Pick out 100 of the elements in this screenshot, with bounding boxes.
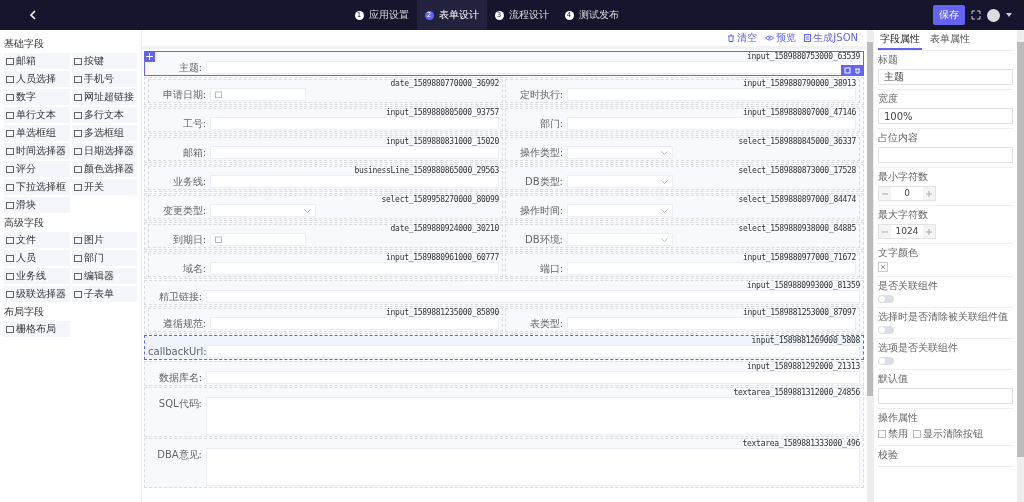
field-id: input_1589881235000_85890	[386, 309, 499, 317]
minus-button[interactable]	[879, 225, 891, 238]
component-item[interactable]: 颜色选择器	[71, 161, 137, 177]
form-row[interactable]: input_1589880753000_63539 主题:	[144, 51, 864, 76]
component-item[interactable]: 部门	[71, 250, 137, 266]
input-field[interactable]	[567, 88, 856, 101]
component-item[interactable]: 滑块	[4, 197, 70, 213]
component-item[interactable]: 人员选择	[4, 71, 70, 87]
form-row[interactable]: input_1589881235000_85890 遵循规范: input_1589881253000_87097 表类型:	[144, 306, 864, 334]
component-item[interactable]: 手机号	[71, 71, 137, 87]
text-field[interactable]: 主题	[878, 69, 1013, 85]
text-field[interactable]	[878, 147, 1013, 163]
form-row[interactable]: textarea_1589881333000_496 DBA意见:	[144, 438, 864, 488]
input-field[interactable]	[206, 290, 860, 303]
form-row[interactable]: input_1589881269000_5808 callbackUrl:	[144, 335, 864, 360]
toggle-switch[interactable]	[878, 357, 894, 365]
component-item[interactable]: 图片	[71, 232, 137, 248]
panel-tab[interactable]: 表单属性	[928, 30, 972, 50]
minus-button[interactable]	[879, 187, 891, 200]
caret-icon[interactable]	[1006, 13, 1012, 17]
input-field[interactable]	[210, 317, 499, 330]
select-field[interactable]	[567, 204, 673, 217]
select-field[interactable]	[567, 146, 673, 159]
date-field[interactable]	[210, 233, 306, 246]
form-row[interactable]: businessLine_1589880865000_29563 业务线: select_1589880873000_17528 DB类型:	[144, 164, 864, 192]
field-icon	[73, 129, 82, 137]
input-field[interactable]	[206, 345, 860, 358]
component-item[interactable]: 文件	[4, 232, 70, 248]
form-row[interactable]: date_1589880924000_30210 到期日: select_1589880938000_84885 DB环境:	[144, 222, 864, 250]
property-label: 默认值	[878, 372, 908, 386]
text-field[interactable]	[878, 388, 1013, 404]
input-field[interactable]	[567, 317, 856, 330]
scrollbar[interactable]	[867, 30, 873, 502]
minus-icon	[882, 190, 888, 197]
component-item[interactable]: 网址超链接	[71, 89, 137, 105]
drag-handle-icon[interactable]	[144, 51, 155, 62]
panel-tab[interactable]: 字段属性	[878, 30, 922, 50]
save-button[interactable]: 保存	[933, 5, 965, 25]
form-row[interactable]: input_1589881292000_21313 数据库名:	[144, 361, 864, 386]
toolbar-button[interactable]: 预览	[765, 31, 797, 45]
component-item[interactable]: 时间选择器	[4, 143, 70, 159]
textarea-field[interactable]	[206, 397, 860, 435]
component-item[interactable]: 多选框组	[71, 125, 137, 141]
component-item[interactable]: 下拉选择框	[4, 179, 70, 195]
toggle-switch[interactable]	[878, 326, 894, 334]
toolbar-button[interactable]: 清空	[727, 31, 758, 45]
component-item[interactable]: 多行文本	[71, 107, 137, 123]
component-item[interactable]: 编辑器	[71, 268, 137, 284]
textarea-field[interactable]	[206, 448, 860, 486]
component-item[interactable]: 数字	[4, 89, 70, 105]
form-row[interactable]: date_1589880770000_36992 申请日期: input_1589880790000_38913 定时执行:	[144, 77, 864, 105]
form-row[interactable]: input_1589880831000_15020 邮箱: select_1589880845000_36337 操作类型:	[144, 135, 864, 163]
select-field[interactable]	[567, 233, 673, 246]
select-field[interactable]	[210, 204, 316, 217]
form-row[interactable]: input_1589880961000_60777 域名: input_1589880977000_71672 端口:	[144, 251, 864, 279]
component-item[interactable]: 邮箱	[4, 53, 70, 69]
toolbar-button[interactable]: 生成JSON	[804, 31, 858, 45]
color-picker-icon[interactable]	[878, 262, 888, 272]
component-item[interactable]: 级联选择器	[4, 286, 70, 302]
component-item[interactable]: 子表单	[71, 286, 137, 302]
form-row[interactable]: input_1589880805000_93757 工号: input_1589880807000_47146 部门:	[144, 106, 864, 134]
select-field[interactable]	[567, 175, 673, 188]
number-stepper[interactable]: 0	[878, 186, 936, 201]
component-item[interactable]: 按键	[71, 53, 137, 69]
copy-icon[interactable]	[844, 67, 851, 74]
number-stepper[interactable]: 1024	[878, 224, 936, 239]
input-field[interactable]	[210, 117, 499, 130]
component-item[interactable]: 栅格布局	[4, 321, 70, 337]
field-value: 100%	[884, 110, 913, 122]
scrollbar[interactable]	[1017, 30, 1024, 502]
component-item[interactable]: 人员	[4, 250, 70, 266]
checkbox-option[interactable]: 显示清除按钮	[913, 427, 983, 441]
component-item[interactable]: 业务线	[4, 268, 70, 284]
input-field[interactable]	[567, 262, 856, 275]
input-field[interactable]	[210, 146, 499, 159]
checkbox-option[interactable]: 禁用	[878, 427, 908, 441]
field-icon	[73, 254, 82, 262]
date-field[interactable]	[210, 88, 306, 101]
text-field[interactable]: 100%	[878, 108, 1013, 124]
form-row[interactable]: input_1589880993000_81359 精卫链接:	[144, 280, 864, 305]
component-item[interactable]: 单行文本	[4, 107, 70, 123]
toggle-switch[interactable]	[878, 295, 894, 303]
avatar[interactable]	[987, 8, 1000, 22]
component-item[interactable]: 开关	[71, 179, 137, 195]
input-field[interactable]	[210, 175, 499, 188]
plus-button[interactable]	[923, 225, 935, 238]
input-field[interactable]	[206, 61, 860, 74]
delete-icon[interactable]	[854, 67, 861, 74]
component-item[interactable]: 单选框组	[4, 125, 70, 141]
input-field[interactable]	[210, 262, 499, 275]
field-label: DB环境:	[524, 233, 563, 246]
plus-button[interactable]	[923, 187, 935, 200]
component-item[interactable]: 日期选择器	[71, 143, 137, 159]
input-field[interactable]	[206, 371, 860, 384]
form-row[interactable]: textarea_1589881312000_24856 SQL代码:	[144, 387, 864, 437]
form-row[interactable]: select_1589958270000_80099 变更类型: select_1589880897000_84474 操作时间:	[144, 193, 864, 221]
input-field[interactable]	[567, 117, 856, 130]
fullscreen-icon[interactable]	[971, 10, 981, 20]
component-item[interactable]: 评分	[4, 161, 70, 177]
chevron-down-icon	[661, 150, 668, 155]
